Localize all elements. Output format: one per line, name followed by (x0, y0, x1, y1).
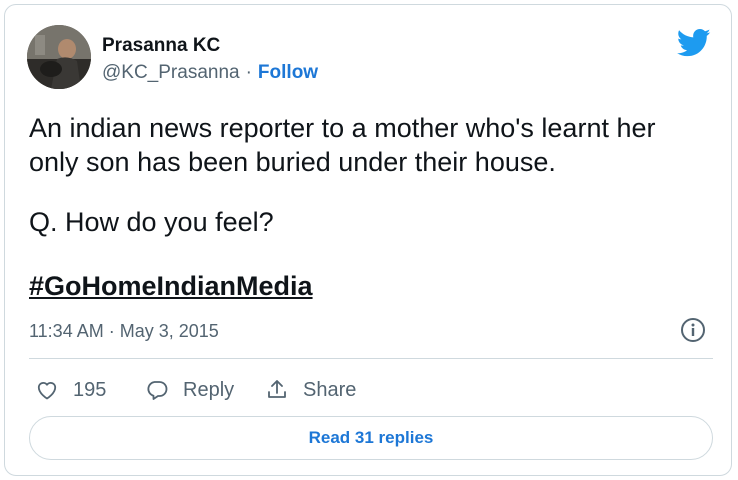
avatar-photo (27, 25, 91, 89)
reply-label: Reply (183, 378, 235, 401)
handle-separator: · (245, 62, 252, 83)
author-handle[interactable]: @KC_Prasanna (102, 62, 240, 83)
divider (29, 358, 713, 359)
twitter-bird-icon[interactable] (677, 28, 711, 58)
author-name[interactable]: Prasanna KC (102, 35, 220, 57)
speech-bubble-icon (147, 381, 168, 400)
avatar[interactable] (27, 25, 91, 89)
author-handle-line: @KC_Prasanna · Follow (102, 62, 318, 84)
like-count: 195 (73, 378, 107, 401)
tweet-text: An indian news reporter to a mother who'… (29, 111, 709, 303)
tweet-timestamp[interactable]: 11:34 AM · May 3, 2015 (29, 321, 219, 342)
follow-link[interactable]: Follow (258, 62, 318, 83)
like-button[interactable]: 195 (35, 375, 106, 405)
hashtag-link[interactable]: #GoHomeIndianMedia (29, 269, 313, 303)
tweet-card: Prasanna KC @KC_Prasanna · Follow An india… (4, 4, 732, 476)
share-button[interactable]: Share (265, 375, 356, 405)
tweet-paragraph: An indian news reporter to a mother who'… (29, 113, 656, 177)
tweet-paragraph: Q. How do you feel? (29, 207, 274, 237)
reply-button[interactable]: Reply (145, 375, 234, 405)
heart-icon (37, 381, 57, 400)
info-icon[interactable] (680, 317, 706, 343)
share-label: Share (303, 378, 357, 401)
read-replies-button[interactable]: Read 31 replies (29, 416, 713, 460)
share-upload-icon (268, 380, 286, 398)
